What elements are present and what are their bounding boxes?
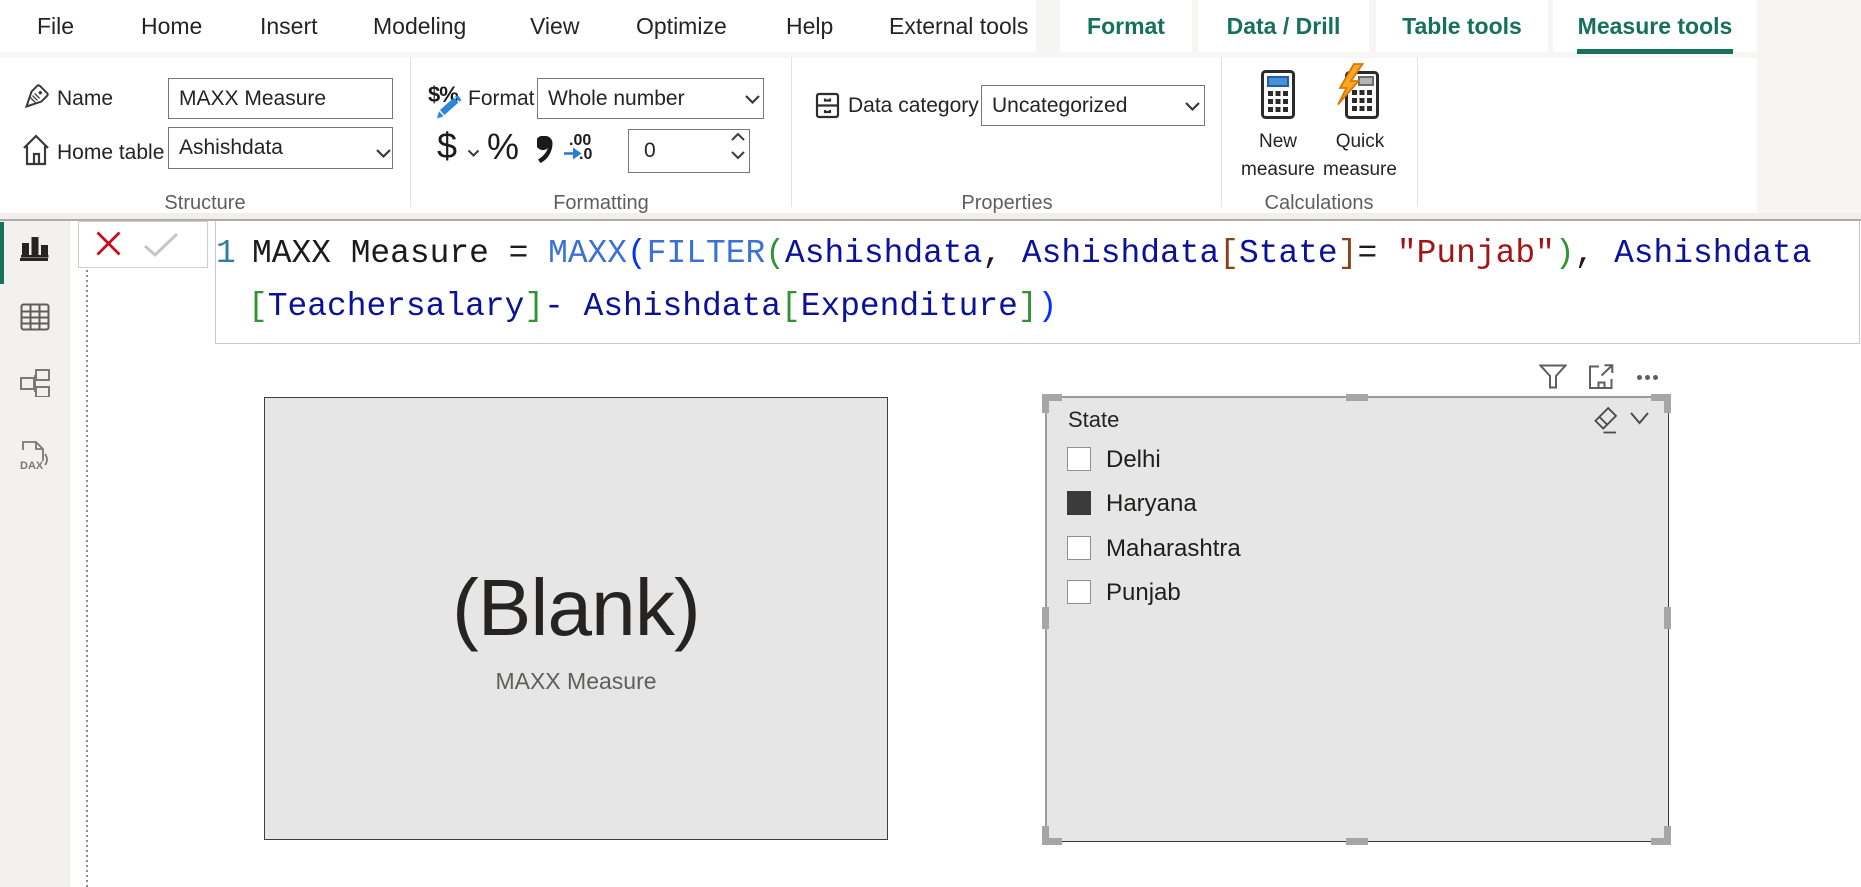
- svg-text:DAX: DAX: [20, 460, 44, 472]
